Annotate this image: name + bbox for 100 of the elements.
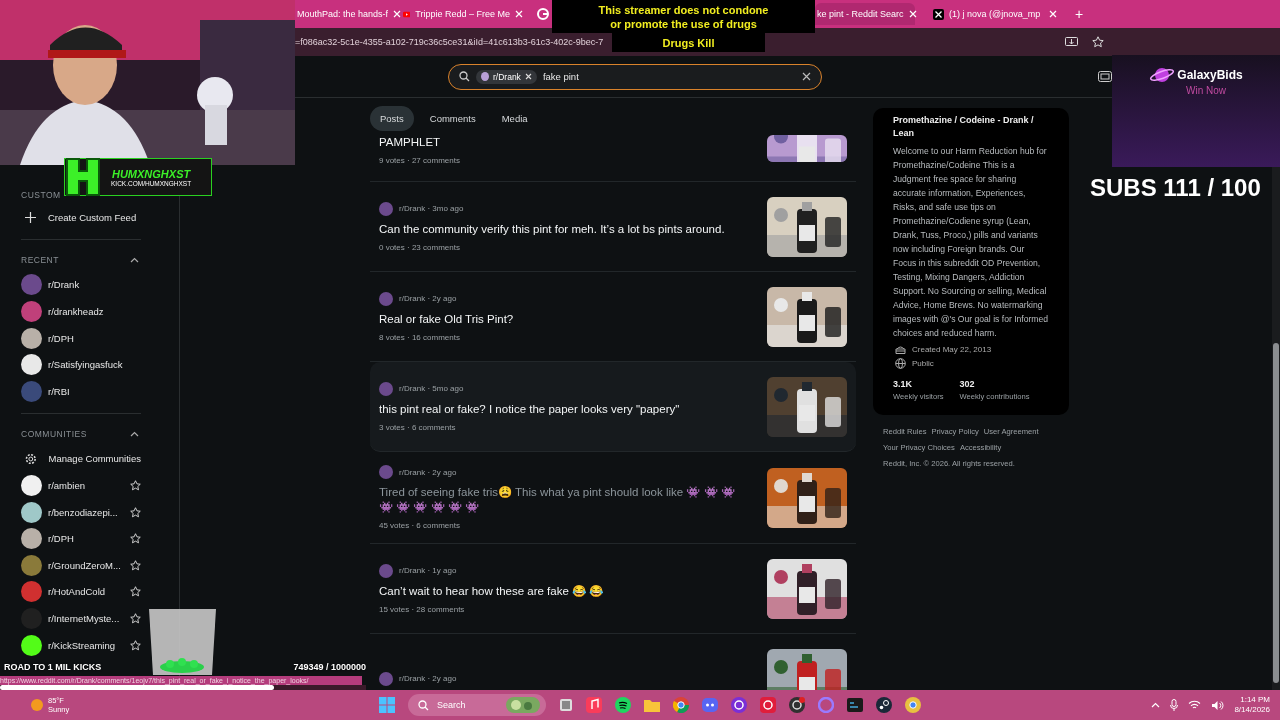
community-link[interactable]: r/ambien (21, 472, 85, 499)
close-icon[interactable] (393, 10, 402, 18)
clock-time[interactable]: 1:14 PM (1240, 695, 1270, 705)
advertise-icon[interactable] (1098, 71, 1112, 82)
create-feed-link[interactable]: Create Custom Feed (21, 204, 141, 231)
section-heading: COMMUNITIES (21, 428, 87, 439)
community-link[interactable]: r/HotAndCold (21, 578, 106, 606)
bookmark-star-icon[interactable] (1092, 36, 1104, 48)
post-card[interactable]: r/Drank · 5mo ago this pint real or fake? I notice the paper looks very "papery" 3 votes · 6 comments (370, 362, 856, 452)
post-title[interactable]: this pint real or fake? I notice the paper looks very "papery" (379, 401, 680, 417)
post-title[interactable]: PAMPHLET (379, 135, 460, 150)
star-icon[interactable] (130, 612, 141, 624)
post-card[interactable]: PAMPHLET 9 votes · 27 comments (370, 135, 856, 182)
community-link[interactable]: r/DPH (21, 324, 141, 352)
post-title[interactable]: Real or fake Old Tris Pint? (379, 311, 514, 327)
ad-call-to-action[interactable]: Win Now (1186, 85, 1226, 96)
camera-app-icon[interactable] (789, 697, 805, 713)
post-meta: r/Drank · 1y ago (399, 566, 457, 575)
manage-communities-link[interactable]: Manage Communities (21, 445, 141, 473)
community-avatar-icon (379, 381, 393, 396)
browser-icon[interactable] (905, 697, 921, 713)
install-icon[interactable] (1065, 36, 1078, 48)
wifi-icon[interactable] (1188, 700, 1202, 710)
circle-app-icon[interactable] (731, 697, 747, 713)
community-link[interactable]: r/RBI (21, 377, 141, 405)
taskbar-search[interactable]: Search (408, 694, 546, 716)
browser-tab[interactable]: MouthPad: the hands-f (295, 3, 391, 25)
browser-tab[interactable]: ke pint - Reddit Searc (815, 3, 915, 25)
filter-tab[interactable]: Comments (419, 106, 486, 131)
community-chip[interactable]: r/Drank (476, 69, 537, 84)
post-meta: r/Drank · 2y ago (399, 674, 457, 683)
post-title[interactable]: Can’t wait to hear how these are fake 😂 😂 (379, 583, 604, 599)
globe-icon (895, 358, 906, 369)
steam-icon[interactable] (876, 697, 892, 713)
scrollbar[interactable] (1273, 343, 1279, 683)
window-icon[interactable] (559, 698, 573, 712)
post-card[interactable]: r/Drank · 3mo ago Can the community verify this pint for meh. It’s a lot bs pints around. 0 votes · 23 comments (370, 182, 856, 272)
folder-icon[interactable] (644, 698, 660, 712)
community-link[interactable]: r/KickStreaming (21, 631, 116, 659)
record-icon[interactable] (760, 697, 776, 713)
browser-tab[interactable]: Trippie Redd – Free Me (395, 3, 531, 25)
close-icon[interactable] (908, 10, 917, 18)
filter-tab[interactable]: Media (491, 106, 538, 131)
close-icon[interactable] (1049, 10, 1057, 18)
post-stats: 15 votes · 28 comments (379, 604, 466, 614)
community-link[interactable]: r/drankheadz (21, 298, 141, 325)
search-field[interactable]: r/Drank fake pint (448, 63, 822, 90)
chevron-icon[interactable] (130, 430, 139, 437)
post-meta: r/Drank · 3mo ago (399, 204, 464, 213)
community-link[interactable]: r/Satisfyingasfuck (21, 351, 141, 378)
post-meta: r/Drank · 5mo ago (399, 384, 464, 393)
star-icon[interactable] (130, 586, 141, 598)
new-tab-button[interactable]: + (1075, 6, 1084, 22)
section-heading: RECENT (21, 254, 59, 265)
post-stats: 8 votes · 16 comments (379, 332, 461, 342)
community-link[interactable]: r/benzodiazepi... (21, 498, 118, 526)
post-card[interactable]: r/Drank · 2y ago Real or fake Old Tris Pint? 8 votes · 16 comments (370, 272, 856, 362)
community-link[interactable]: r/DPH (21, 525, 74, 552)
close-icon[interactable] (515, 10, 523, 18)
ad-banner[interactable]: GalaxyBids Win Now (1112, 55, 1280, 167)
volume-icon[interactable] (1211, 699, 1225, 711)
browser-icon[interactable] (673, 697, 689, 713)
community-link[interactable]: r/InternetMyste... (21, 605, 120, 632)
disclaimer-text: Drugs Kill (662, 35, 715, 50)
community-link[interactable]: r/Drank (21, 271, 141, 299)
start-icon[interactable] (379, 697, 395, 713)
post-card[interactable]: r/Drank · 1y ago Can’t wait to hear how these are fake 😂 😂 15 votes · 28 comments (370, 544, 856, 634)
filter-tab[interactable]: Posts (370, 106, 414, 131)
chat-app-icon[interactable] (702, 698, 718, 712)
created-date: Created May 22, 2013 (912, 344, 992, 354)
address-bar[interactable]: =f086ac32-5c1e-4355-a102-719c36c5ce31&iId=41c613b3-61c3-402c-9bec-7 (295, 37, 604, 47)
video-icon (403, 9, 411, 19)
star-icon[interactable] (130, 506, 141, 518)
clear-icon[interactable] (802, 72, 811, 81)
star-icon[interactable] (130, 533, 141, 545)
planet-icon (1149, 65, 1176, 85)
post-card[interactable]: r/Drank · 2y ago Tired of seeing fake tris😩 This what ya pint should look like 👾 👾 👾 👾 👾 👾 👾 👾 👾 45 votes · 6 comments (370, 452, 856, 544)
clock-date[interactable]: 8/14/2026 (1234, 705, 1270, 715)
ad-brand: GalaxyBids (1177, 68, 1243, 82)
remove-icon[interactable] (524, 73, 532, 80)
community-description: Welcome to our Harm Reduction hub for Promethazine/Codeine This is a Judgment free space for sharing accurate information, Experiences, Risks, and safe use tips on Promethazine/Codiene syrup (Lean, Drank, Tuss, Proco,) pills and variants now including Foreign brands. Our Focus in this subreddit OD Prevention, Testing, Mixing Dangers, Addiction Support. No Sourcing or selling, Medical Advice, Home Brews. No watermarking images with @'s Our goal is for Informed choices and reduced harm. (893, 145, 1049, 340)
visibility-label: Public (912, 359, 934, 368)
community-link[interactable]: r/GroundZeroM... (21, 551, 121, 579)
star-icon[interactable] (130, 639, 141, 651)
browser-tab[interactable]: (1) j nova (@jnova_mp (925, 3, 1065, 25)
star-icon[interactable] (130, 559, 141, 571)
post-stats: 9 votes · 27 comments (379, 156, 460, 165)
post-title[interactable]: Can the community verify this pint for meh. It’s a lot bs pints around. (379, 221, 725, 237)
search-engine-icon (537, 8, 549, 20)
spotify-icon[interactable] (615, 697, 631, 713)
community-avatar-icon (379, 201, 393, 216)
music-note-icon[interactable] (586, 697, 602, 713)
post-title[interactable]: Tired of seeing fake tris😩 This what ya pint should look like 👾 👾 👾 👾 👾 👾 👾 👾 👾 (379, 485, 751, 515)
microphone-icon[interactable] (1170, 699, 1179, 711)
search-icon (418, 699, 429, 711)
star-icon[interactable] (130, 479, 141, 491)
section-heading: CUSTOM (21, 189, 62, 202)
chevron-icon[interactable] (130, 256, 139, 263)
terminal-icon[interactable] (847, 698, 863, 712)
community-avatar-icon (379, 465, 393, 479)
